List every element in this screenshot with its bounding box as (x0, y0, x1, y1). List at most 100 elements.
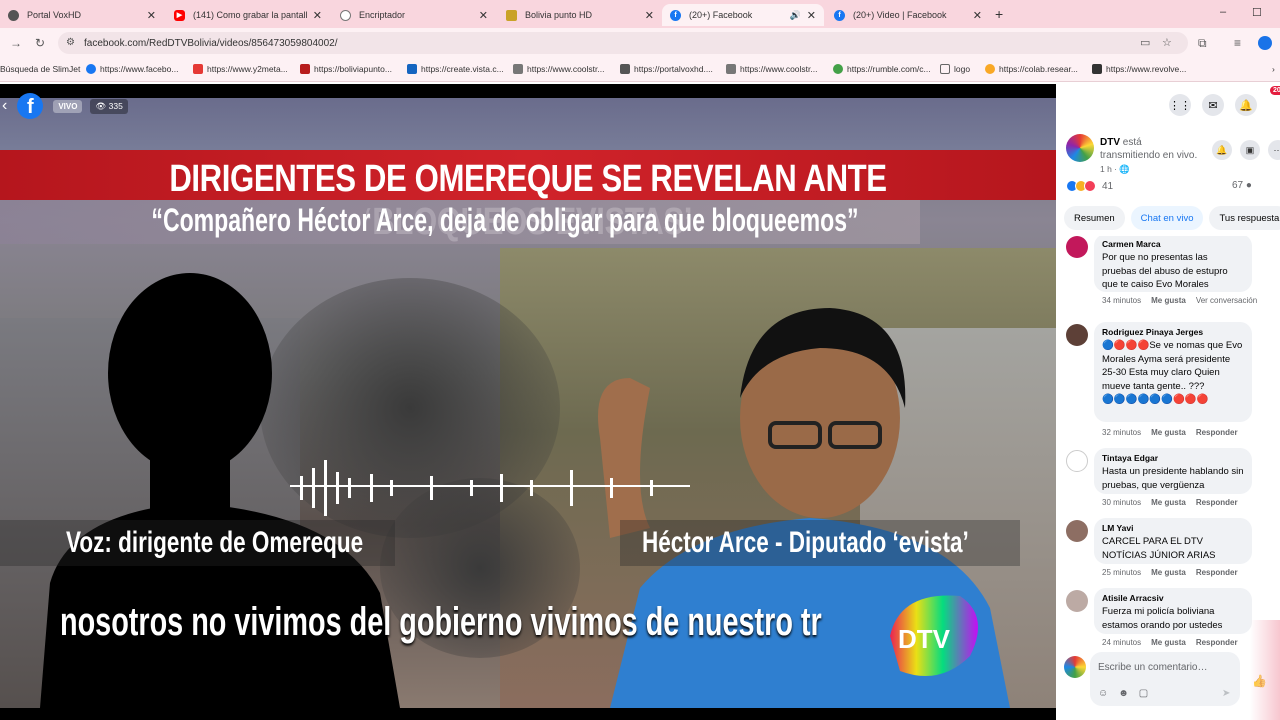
commenter-name[interactable]: LM Yavi (1102, 523, 1244, 533)
bookmark-item[interactable]: Búsqueda de SlimJet (0, 64, 80, 74)
bookmark-item[interactable]: https://www.coolstr... (726, 64, 817, 74)
save-icon[interactable]: ▣ (1240, 140, 1260, 160)
commenter-name[interactable]: Carmen Marca (1102, 239, 1244, 249)
close-tab-icon[interactable]: ✕ (645, 9, 654, 22)
commenter-name[interactable]: Atisile Arracsiv (1102, 593, 1244, 603)
tab-facebook-video[interactable]: f (20+) Video | Facebook ✕ (826, 4, 990, 26)
commenter-avatar[interactable] (1066, 450, 1088, 472)
bookmark-item[interactable]: https://create.vista.c... (407, 64, 504, 74)
commenter-avatar[interactable] (1066, 590, 1088, 612)
bookmark-label: https://create.vista.c... (421, 64, 504, 74)
sticker-icon[interactable]: ▢ (1139, 688, 1148, 699)
comment-time[interactable]: 30 minutos (1102, 498, 1141, 507)
bookmark-item[interactable]: https://www.revolve... (1092, 64, 1186, 74)
tab-chat-en-vivo[interactable]: Chat en vivo (1130, 206, 1204, 230)
reply-button[interactable]: Responder (1196, 568, 1238, 577)
my-avatar (1064, 656, 1086, 678)
youtube-icon: ▶ (174, 9, 185, 21)
comment-time[interactable]: 34 minutos (1102, 296, 1141, 305)
bookmark-item[interactable]: https://www.facebo... (86, 64, 178, 74)
menu-grid-icon[interactable]: ⋮⋮ (1169, 94, 1191, 116)
tab-title: Bolivia punto HD (525, 10, 593, 20)
close-tab-icon[interactable]: ✕ (313, 9, 322, 22)
dtv-avatar[interactable] (1066, 134, 1094, 162)
like-button[interactable]: Me gusta (1151, 638, 1186, 647)
cast-icon[interactable]: ▭ (1140, 36, 1150, 49)
url-text[interactable]: facebook.com/RedDTVBolivia/videos/856473… (84, 38, 338, 49)
bookmarks-overflow-icon[interactable]: › (1272, 64, 1275, 74)
facebook-logo-icon[interactable]: f (17, 93, 44, 119)
like-button[interactable]: Me gusta (1151, 498, 1186, 507)
tab-facebook[interactable]: f (20+) Facebook 🔊 ✕ (662, 4, 824, 26)
minimize-button[interactable]: – (1220, 6, 1226, 18)
live-badge: VIVO (53, 99, 83, 113)
extensions-icon[interactable]: ⧉ (1198, 36, 1207, 51)
profile-avatar[interactable] (1258, 36, 1272, 50)
commenter-name[interactable]: Rodriguez Pinaya Jerges (1102, 327, 1244, 337)
video-player[interactable]: DIRIGENTES DE OMEREQUE SE REVELAN ANTE ‘… (0, 84, 1056, 720)
comment-count[interactable]: 67 ● (1232, 180, 1252, 191)
reply-button[interactable]: Responder (1196, 498, 1238, 507)
commenter-avatar[interactable] (1066, 520, 1088, 542)
comment-time[interactable]: 25 minutos (1102, 568, 1141, 577)
tab-tus-respuestas[interactable]: Tus respuesta (1209, 206, 1280, 230)
like-button[interactable]: Me gusta (1151, 296, 1186, 305)
site-info-icon[interactable]: ⚙ (66, 37, 75, 48)
avatar-sticker-icon[interactable]: ☺ (1098, 688, 1108, 699)
send-icon[interactable]: ➤ (1222, 688, 1230, 699)
bookmark-item[interactable]: https://www.y2meta... (193, 64, 288, 74)
tab-title: (141) Como grabar la pantalla c (193, 10, 307, 20)
close-tab-icon[interactable]: ✕ (147, 9, 156, 22)
commenter-avatar[interactable] (1066, 324, 1088, 346)
comment-placeholder[interactable]: Escribe un comentario… (1098, 662, 1208, 673)
page-name[interactable]: DTV (1100, 137, 1120, 148)
media-icon[interactable]: ≡ (1234, 36, 1241, 50)
bookmark-item[interactable]: https://boliviapunto... (300, 64, 392, 74)
comment-input[interactable]: Escribe un comentario… ☺ ☻ ▢ ➤ (1090, 652, 1240, 706)
maximize-button[interactable]: ☐ (1252, 6, 1262, 19)
commenter-name[interactable]: Tintaya Edgar (1102, 453, 1244, 463)
view-conversation-link[interactable]: Ver conversación (1196, 296, 1257, 305)
comment-time[interactable]: 32 minutos (1102, 428, 1141, 437)
tab-youtube[interactable]: ▶ (141) Como grabar la pantalla c ✕ (166, 4, 330, 26)
close-tab-icon[interactable]: ✕ (973, 9, 982, 22)
address-bar[interactable]: ⚙ facebook.com/RedDTVBolivia/videos/8564… (58, 32, 1188, 54)
dtv-logo: DTV (890, 595, 978, 676)
bookmark-item[interactable]: https://www.coolstr... (513, 64, 604, 74)
bookmark-label: https://www.facebo... (100, 64, 179, 74)
new-tab-button[interactable]: + (995, 6, 1003, 22)
bell-icon[interactable]: 🔔 (1212, 140, 1232, 160)
reload-icon[interactable]: ↻ (35, 36, 45, 50)
like-button[interactable]: Me gusta (1151, 568, 1186, 577)
bookmark-folder[interactable]: logo (940, 64, 970, 74)
comment-text: CARCEL PARA EL DTV NOTÍCIAS JÚNIOR ARIAS (1102, 536, 1216, 561)
rumble-icon (833, 64, 843, 74)
tab-portal-voxhd[interactable]: Portal VoxHD ✕ (0, 4, 164, 26)
reply-button[interactable]: Responder (1196, 638, 1238, 647)
like-button[interactable]: Me gusta (1151, 428, 1186, 437)
more-icon[interactable]: ⋯ (1268, 140, 1280, 160)
bookmark-item[interactable]: https://rumble.com/c... (833, 64, 931, 74)
reaction-summary[interactable]: 41 (1066, 180, 1113, 192)
emoji-icon[interactable]: ☻ (1118, 688, 1129, 699)
reply-button[interactable]: Responder (1196, 428, 1238, 437)
comment-time[interactable]: 24 minutos (1102, 638, 1141, 647)
comment-number: 67 (1232, 180, 1244, 191)
bookmark-star-icon[interactable]: ☆ (1162, 36, 1172, 49)
tab-resumen[interactable]: Resumen (1064, 206, 1125, 230)
tab-bolivia-punto-hd[interactable]: Bolivia punto HD ✕ (498, 4, 662, 26)
commenter-avatar[interactable] (1066, 236, 1088, 258)
bookmark-item[interactable]: https://portalvoxhd.... (620, 64, 713, 74)
close-tab-icon[interactable]: ✕ (807, 9, 816, 22)
speaker-icon[interactable]: 🔊 (790, 10, 801, 21)
close-tab-icon[interactable]: ✕ (479, 9, 488, 22)
viewer-number: 335 (108, 100, 123, 111)
notifications-icon[interactable]: 🔔 (1235, 94, 1257, 116)
back-arrow-icon[interactable]: ‹ (2, 97, 7, 115)
tab-encriptador[interactable]: Encriptador ✕ (332, 4, 496, 26)
bookmark-item[interactable]: https://colab.resear... (985, 64, 1078, 74)
messenger-icon[interactable]: ✉ (1202, 94, 1224, 116)
comment-list[interactable]: Carmen Marca Por que no presentas las pr… (1056, 236, 1280, 656)
vista-icon (407, 64, 417, 74)
forward-icon[interactable]: → (10, 36, 22, 50)
